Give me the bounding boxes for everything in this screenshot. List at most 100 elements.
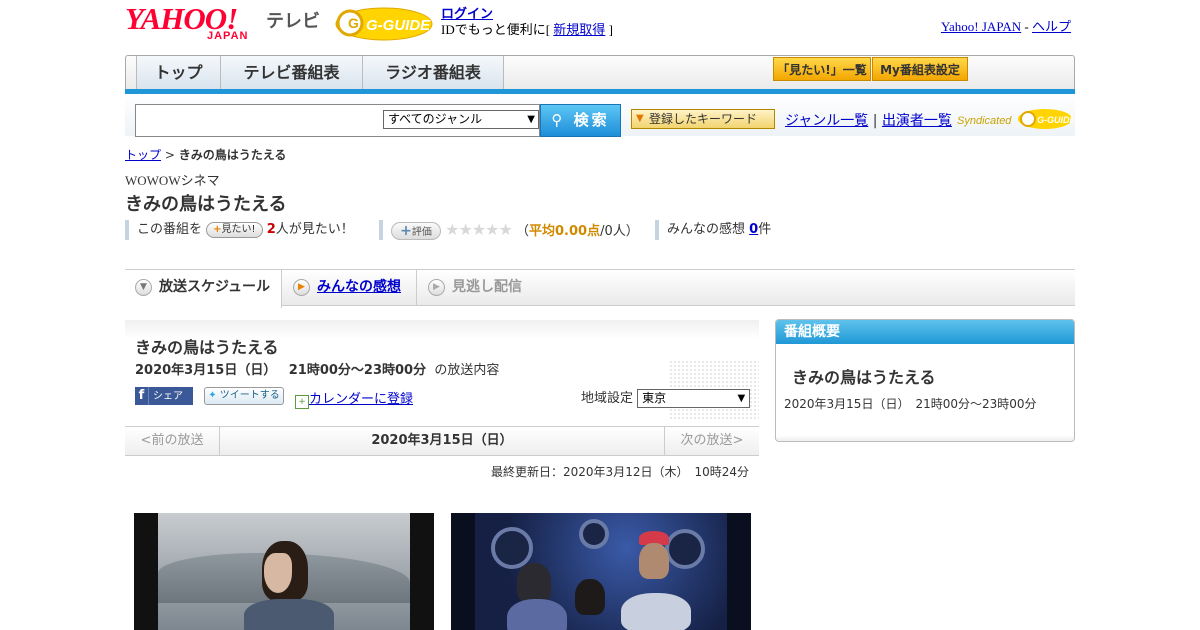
dropdown-arrow-icon: ▼ bbox=[737, 393, 746, 404]
breadcrumb-top[interactable]: トップ bbox=[125, 148, 161, 162]
keyword-button[interactable]: ▼ 登録したキーワード bbox=[631, 109, 775, 129]
star-rating: ★★★★★ bbox=[445, 220, 513, 239]
summary-title: きみの鳥はうたえる bbox=[792, 368, 936, 387]
detail-date: 2020年3月15日（日） bbox=[135, 363, 277, 378]
avg-open: （ bbox=[516, 224, 530, 239]
detail-when: 2020年3月15日（日） 21時00分～23時00分 の放送内容 bbox=[135, 359, 499, 378]
service-name: テレビ bbox=[266, 11, 320, 32]
speaker-shape bbox=[491, 527, 533, 569]
person-shape bbox=[621, 593, 691, 630]
plus-icon: + bbox=[400, 223, 412, 239]
calendar-add-icon: + bbox=[295, 395, 309, 409]
tab-schedule[interactable]: ▼ 放送スケジュール bbox=[125, 270, 282, 308]
detail-suffix: の放送内容 bbox=[434, 363, 500, 378]
search-button-label: 検索 bbox=[573, 111, 610, 129]
top-links-sep: - bbox=[1021, 19, 1032, 34]
region-label: 地域設定 bbox=[581, 391, 634, 406]
genre-links: ジャンル一覧 | 出演者一覧 bbox=[785, 110, 952, 130]
gguide-logo[interactable]: G G-GUIDE bbox=[334, 4, 434, 42]
prev-broadcast-link[interactable]: <前の放送 bbox=[125, 427, 220, 455]
tweet-label: ツイートする bbox=[219, 390, 280, 401]
avg-close: /0人） bbox=[600, 224, 639, 239]
program-stats: この番組を +見たい! 2人が見たい！ +評価 ★★★★★ （平均0.00点/0… bbox=[125, 220, 825, 242]
nav-tab-top[interactable]: トップ bbox=[136, 56, 220, 90]
keyword-button-label: 登録したキーワード bbox=[648, 112, 757, 126]
program-still-1[interactable] bbox=[134, 513, 434, 630]
register-link[interactable]: 新規取得 bbox=[553, 22, 605, 37]
rating-stat: +評価 ★★★★★ （平均0.00点/0人） bbox=[379, 220, 639, 240]
search-icon: ⚲ bbox=[551, 111, 566, 129]
facebook-share-button[interactable]: f シェア bbox=[135, 387, 193, 405]
syndicated-text: Syndicated bbox=[957, 115, 1012, 127]
nav-tab-radio[interactable]: ラジオ番組表 bbox=[362, 56, 504, 90]
detail-time: 21時00分～23時00分 bbox=[288, 363, 427, 378]
tab-schedule-label: 放送スケジュール bbox=[159, 279, 271, 295]
want-list-button[interactable]: 「見たい!」一覧 bbox=[773, 57, 871, 81]
want-button[interactable]: +見たい! bbox=[206, 222, 263, 238]
tweet-button[interactable]: ✦ ツイートする bbox=[204, 387, 284, 405]
region-select[interactable]: 東京 ▼ bbox=[637, 389, 751, 408]
login-desc-end: ] bbox=[605, 22, 613, 37]
avg-score: 平均0.00点 bbox=[529, 224, 601, 239]
login-link[interactable]: ログイン bbox=[441, 6, 493, 21]
page-title: きみの鳥はうたえる bbox=[125, 194, 287, 215]
region-select-value: 東京 bbox=[642, 391, 667, 405]
genre-links-divider: | bbox=[872, 113, 878, 129]
yahoo-japan-link[interactable]: Yahoo! JAPAN bbox=[941, 19, 1021, 34]
top-links: Yahoo! JAPAN - ヘルプ bbox=[941, 16, 1071, 35]
triangle-down-icon: ▼ bbox=[636, 113, 644, 124]
search-button[interactable]: ⚲ 検索 bbox=[540, 104, 621, 137]
impressions-label: みんなの感想 bbox=[667, 222, 746, 237]
main-nav: トップ テレビ番組表 ラジオ番組表 「見たい!」一覧 My番組表設定 bbox=[125, 55, 1075, 93]
rate-button-label: 評価 bbox=[411, 227, 432, 238]
performers-link[interactable]: 出演者一覧 bbox=[882, 113, 952, 129]
person-shape bbox=[507, 599, 567, 630]
facebook-share-label: シェア bbox=[153, 391, 183, 402]
search-bar: すべてのジャンル ▼ ⚲ 検索 ▼ 登録したキーワード ジャンル一覧 | 出演者… bbox=[125, 94, 1075, 137]
tab-impressions[interactable]: ▶ みんなの感想 bbox=[283, 270, 417, 306]
impressions-suffix: 件 bbox=[758, 222, 772, 237]
current-broadcast-date: 2020年3月15日（日） bbox=[371, 433, 513, 448]
yahoo-japan-logo[interactable]: YAHOO! JAPAN bbox=[125, 3, 247, 42]
want-count: 2 bbox=[266, 222, 276, 237]
header: YAHOO! JAPAN テレビ G G-GUIDE ログイン IDでもっと便利… bbox=[125, 0, 1075, 52]
help-link[interactable]: ヘルプ bbox=[1032, 19, 1071, 34]
detail-title: きみの鳥はうたえる bbox=[135, 338, 279, 357]
login-box: ログイン IDでもっと便利に[ 新規取得 ] bbox=[441, 6, 613, 38]
impressions-count[interactable]: 0 bbox=[749, 222, 758, 237]
syndicated-gguide-logo: Syndicated G-GUIDE bbox=[957, 109, 1073, 129]
play-icon: ▶ bbox=[293, 279, 310, 296]
program-still-2[interactable] bbox=[451, 513, 751, 630]
genre-select[interactable]: すべてのジャンル ▼ bbox=[383, 110, 539, 129]
next-broadcast-link[interactable]: 次の放送> bbox=[664, 427, 759, 455]
breadcrumb-current: きみの鳥はうたえる bbox=[178, 148, 287, 162]
dropdown-arrow-icon: ▼ bbox=[527, 114, 535, 125]
person-shape bbox=[517, 563, 551, 603]
twitter-bird-icon: ✦ bbox=[208, 390, 217, 401]
svg-text:G: G bbox=[348, 15, 359, 31]
calendar-register[interactable]: + カレンダーに登録 bbox=[295, 388, 413, 409]
tab-impressions-label: みんなの感想 bbox=[317, 279, 401, 295]
login-desc: IDでもっと便利に[ bbox=[441, 22, 554, 37]
plus-icon: + bbox=[213, 224, 222, 235]
my-schedule-button[interactable]: My番組表設定 bbox=[872, 57, 968, 81]
this-program-label: この番組を bbox=[137, 222, 203, 237]
want-suffix: 人が見たい！ bbox=[275, 222, 354, 237]
play-icon: ▶ bbox=[428, 279, 445, 296]
rate-button[interactable]: +評価 bbox=[391, 222, 441, 240]
speaker-shape bbox=[579, 519, 609, 549]
genre-list-link[interactable]: ジャンル一覧 bbox=[785, 113, 868, 129]
person-shape bbox=[639, 543, 669, 579]
breadcrumb-sep: > bbox=[161, 148, 179, 162]
still-face bbox=[264, 553, 292, 593]
calendar-link[interactable]: カレンダーに登録 bbox=[309, 392, 413, 407]
nav-tab-tv[interactable]: テレビ番組表 bbox=[220, 56, 362, 90]
breadcrumb: トップ > きみの鳥はうたえる bbox=[125, 146, 286, 163]
chevron-down-icon: ▼ bbox=[135, 279, 152, 296]
tab-vod-label: 見逃し配信 bbox=[452, 279, 522, 295]
program-tabs: ▼ 放送スケジュール ▶ みんなの感想 ▶ 見逃し配信 bbox=[125, 269, 1075, 308]
speaker-shape bbox=[665, 529, 705, 569]
facebook-icon: f bbox=[135, 387, 149, 405]
broadcast-detail: きみの鳥はうたえる 2020年3月15日（日） 21時00分～23時00分 の放… bbox=[125, 320, 759, 424]
gguide-text: G-GUIDE bbox=[366, 17, 431, 34]
